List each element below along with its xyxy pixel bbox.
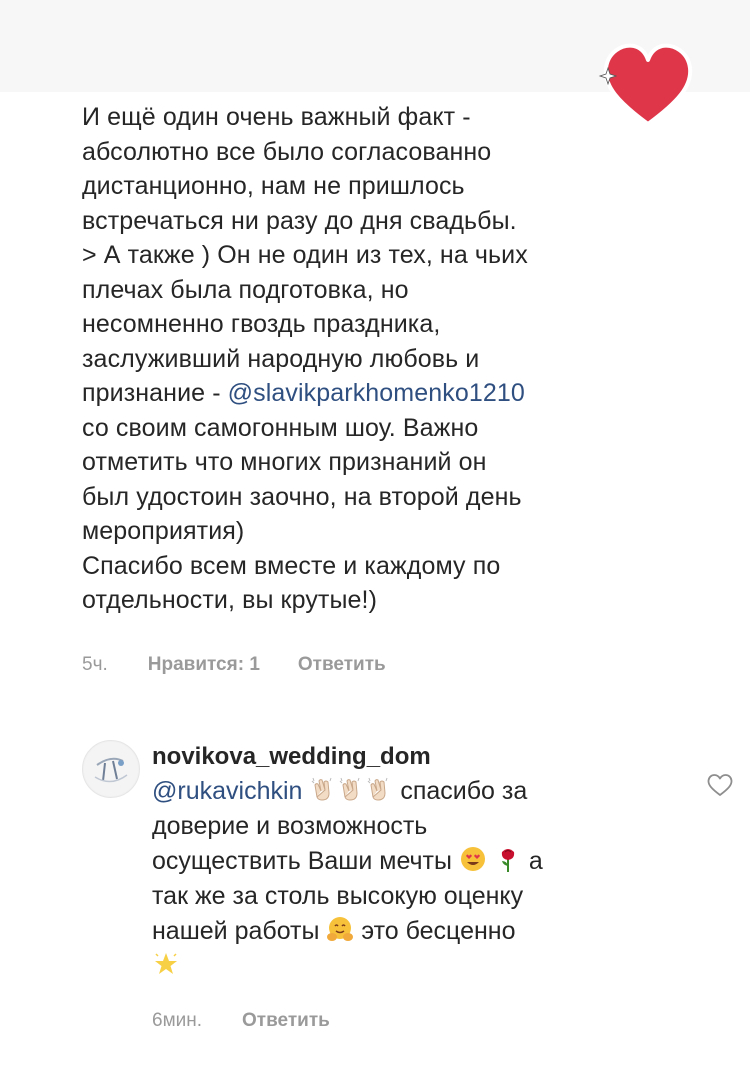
hugging-face-icon <box>327 917 354 941</box>
comment-username[interactable]: novikova_wedding_dom <box>152 740 672 774</box>
comment-1-paragraph-1: И ещё один очень важный факт - абсолютно… <box>82 103 517 235</box>
comment-1-paragraph-3: Спасибо всем вместе и каждому по отдельн… <box>82 551 501 615</box>
mention-link[interactable]: @slavikparkhomenko1210 <box>228 379 525 407</box>
likes-count-button[interactable]: Нравится: 1 <box>148 654 260 676</box>
heart-eyes-face-icon <box>460 847 485 871</box>
glowing-star-icon <box>155 953 177 974</box>
comment-time: 6мин. <box>152 1010 203 1031</box>
clapping-hands-icon <box>368 777 388 801</box>
reply-button[interactable]: Ответить <box>242 1010 330 1032</box>
comment-1: И ещё один очень важный факт - абсолютно… <box>82 100 672 618</box>
comment-1-paragraph-2: > А также ) Он не один из тех, на чьих п… <box>82 238 672 549</box>
avatar[interactable] <box>82 740 140 798</box>
clapping-hands-icon <box>340 777 360 801</box>
heart-outline-icon[interactable] <box>706 772 734 798</box>
clapping-hands-icon <box>312 777 332 801</box>
comment-2-paragraph: @rukavichkin спасибо за доверие и возмож… <box>152 774 672 984</box>
comment-2: novikova_wedding_dom @rukavichkin спасиб… <box>152 740 672 984</box>
mention-link[interactable]: @rukavichkin <box>152 777 302 805</box>
comment-2-text-part: это бесценно <box>354 917 516 945</box>
comment-2-meta: 6мин. Ответить <box>152 1010 330 1032</box>
comment-1-text: И ещё один очень важный факт - абсолютно… <box>82 100 672 618</box>
avatar-logo-icon <box>84 742 138 796</box>
comment-time: 5ч. <box>82 654 108 675</box>
reply-button[interactable]: Ответить <box>298 654 386 676</box>
comment-1-text-part: со своим самогонным шоу. Важно отметить … <box>82 413 522 545</box>
comment-1-meta: 5ч. Нравится: 1 Ответить <box>82 654 386 676</box>
rose-icon <box>501 849 514 872</box>
comment-2-text: @rukavichkin спасибо за доверие и возмож… <box>152 774 672 984</box>
